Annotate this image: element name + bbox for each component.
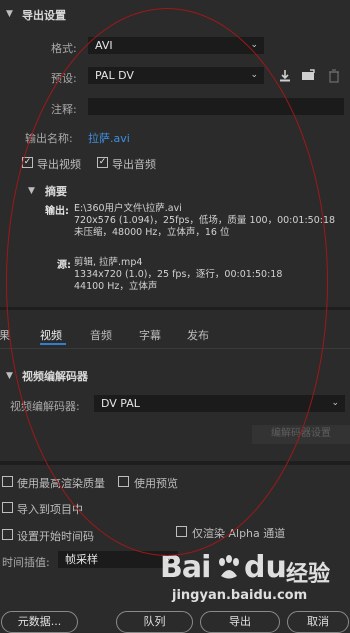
chevron-down-icon: ⌄ [250, 40, 258, 50]
codec-select[interactable]: DV PAL ⌄ [94, 395, 345, 412]
tab-effects[interactable]: 效果 [0, 327, 10, 343]
codec-label: 视频编解码器: [10, 400, 80, 413]
max-render-quality-label: 使用最高渲染质量 [17, 477, 105, 490]
export-button[interactable]: 导出 [200, 611, 280, 633]
annotation-ellipse [6, 8, 328, 556]
preset-label: 预设: [51, 72, 77, 85]
set-start-timecode-label: 设置开始时间码 [17, 530, 94, 543]
output-name-link[interactable]: 拉萨.avi [88, 130, 130, 146]
chevron-down-icon: ⌄ [331, 398, 339, 408]
preset-value: PAL DV [95, 69, 134, 82]
save-preset-icon[interactable] [278, 69, 292, 83]
render-alpha-only-checkbox[interactable] [176, 526, 187, 537]
export-audio-label: 导出音频 [112, 158, 156, 171]
format-select[interactable]: AVI ⌄ [88, 37, 264, 54]
use-preview-label: 使用预览 [134, 477, 178, 490]
tab-publish[interactable]: 发布 [187, 327, 209, 343]
summary-output-line: 未压缩，48000 Hz，立体声，16 位 [74, 227, 230, 238]
export-audio-checkbox[interactable]: ✓ [97, 157, 108, 168]
active-tab-underline [40, 343, 66, 345]
output-name-label: 输出名称: [25, 132, 73, 145]
export-video-label: 导出视频 [37, 158, 81, 171]
tab-audio[interactable]: 音频 [90, 327, 112, 343]
collapse-caret-icon[interactable]: ▼ [6, 9, 13, 19]
metadata-button[interactable]: 元数据... [1, 611, 78, 633]
panel-divider [0, 307, 350, 310]
time-interpolation-value: 帧采样 [65, 553, 98, 566]
set-start-timecode-checkbox[interactable] [2, 529, 13, 540]
panel-divider [0, 461, 350, 465]
queue-button[interactable]: 队列 [116, 611, 193, 633]
delete-preset-icon[interactable] [327, 69, 341, 83]
tab-video[interactable]: 视频 [40, 327, 62, 343]
tabs-divider [0, 348, 350, 349]
video-codec-title: 视频编解码器 [22, 370, 88, 383]
summary-source-key: 源: [57, 260, 71, 271]
use-preview-checkbox[interactable] [118, 476, 129, 487]
cancel-button[interactable]: 取消 [287, 611, 349, 633]
summary-output-key: 输出: [45, 206, 69, 217]
import-preset-icon[interactable] [301, 69, 315, 83]
summary-title: 摘要 [45, 185, 67, 198]
summary-output-line: E:\360用户文件\拉萨.avi [74, 203, 182, 214]
chevron-down-icon: ⌄ [250, 70, 258, 80]
codec-value: DV PAL [101, 397, 140, 410]
render-alpha-only-label: 仅渲染 Alpha 通道 [192, 527, 286, 540]
max-render-quality-checkbox[interactable] [2, 476, 13, 487]
import-into-project-checkbox[interactable] [2, 502, 13, 513]
baidu-logo-text: Bai [160, 550, 211, 585]
paw-icon [219, 555, 239, 579]
summary-source-line: 剪辑, 拉萨.mp4 [74, 257, 143, 268]
comment-label: 注释: [51, 103, 77, 116]
format-label: 格式: [51, 42, 77, 55]
baidu-url: jingyan.baidu.com [172, 588, 308, 603]
tab-captions[interactable]: 字幕 [139, 327, 161, 343]
export-settings-title: 导出设置 [22, 9, 66, 22]
comment-field[interactable] [88, 98, 344, 115]
summary-caret-icon[interactable]: ▼ [28, 186, 35, 196]
baidu-watermark: Bai du 经验 jingyan.baidu.com [160, 548, 350, 604]
export-video-checkbox[interactable]: ✓ [22, 157, 33, 168]
video-codec-caret-icon[interactable]: ▼ [6, 371, 13, 381]
summary-output-line: 720x576 (1.094)，25fps，低场，质量 100，00:01:50… [74, 215, 336, 226]
baidu-logo-cn: 经验 [286, 562, 331, 587]
codec-settings-button[interactable]: 编解码器设置 [252, 425, 350, 444]
preset-select[interactable]: PAL DV ⌄ [88, 67, 264, 84]
time-interpolation-label: 时间插值: [2, 556, 50, 569]
format-value: AVI [95, 39, 113, 52]
import-into-project-label: 导入到项目中 [17, 503, 83, 516]
summary-source-line: 1334x720 (1.0)，25 fps，逐行，00:01:50:18 [74, 269, 283, 280]
baidu-logo-suffix: du [244, 550, 287, 585]
summary-source-line: 44100 Hz，立体声 [74, 281, 158, 292]
